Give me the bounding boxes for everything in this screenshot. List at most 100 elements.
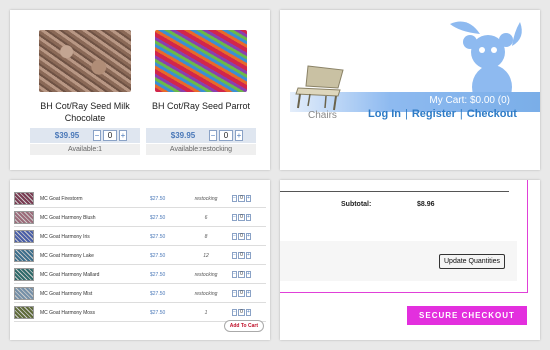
- cart-box: Subtotal: $8.96 Update Quantities: [280, 180, 528, 293]
- quantity-field[interactable]: 0: [238, 233, 245, 240]
- yarn-name[interactable]: MC Goat Firestorm: [40, 196, 150, 202]
- yarn-thumbnail[interactable]: [14, 287, 34, 300]
- table-row: MC Goat Harmony Mist $27.50 restocking −0 +: [14, 285, 266, 303]
- table-row: MC Goat Harmony Iris $27.50 8 −0 +: [14, 228, 266, 246]
- quantity-stepper: −0 +: [232, 271, 251, 278]
- price-row: $39.95 − 0 +: [146, 128, 256, 143]
- quantity-field[interactable]: 0: [238, 195, 245, 202]
- table-row: MC Goat Harmony Mallard $27.50 restocking −…: [14, 266, 266, 284]
- secure-checkout-button[interactable]: SECURE CHECKOUT: [407, 306, 527, 325]
- yarn-price: $27.50: [150, 309, 166, 316]
- yarn-stock: 8: [204, 233, 208, 240]
- category-label[interactable]: Chairs: [308, 110, 337, 121]
- yarn-thumbnail[interactable]: [14, 211, 34, 224]
- minus-button[interactable]: −: [232, 214, 237, 221]
- minus-button[interactable]: −: [232, 290, 237, 297]
- yarn-price: $27.50: [150, 195, 166, 202]
- minus-button[interactable]: −: [93, 130, 101, 141]
- yarn-stock: 1: [204, 309, 208, 316]
- register-link[interactable]: Register: [412, 108, 456, 120]
- quantity-stepper: −0 +: [232, 290, 251, 297]
- quantity-field[interactable]: 0: [238, 290, 245, 297]
- plus-button[interactable]: +: [246, 195, 251, 202]
- quantity-stepper: −0 +: [232, 214, 251, 221]
- yarn-price: $27.50: [150, 290, 166, 297]
- yarn-name[interactable]: MC Goat Harmony Iris: [40, 234, 150, 240]
- cart-summary[interactable]: My Cart: $0.00 (0): [429, 95, 510, 106]
- site-header-panel: My Cart: $0.00 (0) Chairs Log In | Regis…: [280, 10, 540, 170]
- plus-button[interactable]: +: [246, 252, 251, 259]
- yarn-stock: 6: [204, 214, 208, 221]
- yarn-stock: restocking: [194, 195, 218, 202]
- account-links: Log In | Register | Checkout: [368, 108, 517, 120]
- product-image[interactable]: [39, 30, 131, 92]
- subtotal-label: Subtotal:: [341, 201, 372, 208]
- update-quantities-button[interactable]: Update Quantities: [439, 254, 506, 269]
- quantity-field[interactable]: 0: [219, 130, 233, 141]
- yarn-name[interactable]: MC Goat Harmony Blush: [40, 215, 150, 221]
- plus-button[interactable]: +: [235, 130, 243, 141]
- table-row: MC Goat Harmony Blush $27.50 6 −0 +: [14, 209, 266, 227]
- link-separator: |: [459, 108, 463, 120]
- yarn-name[interactable]: MC Goat Harmony Lake: [40, 253, 150, 259]
- product-card[interactable]: BH Cot/Ray Seed Parrot $39.95 − 0 + Avai…: [146, 30, 256, 155]
- subtotal-value: $8.96: [417, 201, 435, 208]
- yarn-price: $27.50: [150, 271, 166, 278]
- minus-button[interactable]: −: [209, 130, 217, 141]
- product-table-panel: MC Goat Firestorm $27.50 restocking −0 + MC G…: [10, 180, 270, 340]
- quantity-field[interactable]: 0: [238, 309, 245, 316]
- product-image[interactable]: [155, 30, 247, 92]
- yarn-price: $27.50: [150, 252, 166, 259]
- plus-button[interactable]: +: [246, 271, 251, 278]
- yarn-price: $27.50: [150, 233, 166, 240]
- product-card[interactable]: BH Cot/Ray Seed Milk Chocolate $39.95 − …: [30, 30, 140, 155]
- table-row: MC Goat Firestorm $27.50 restocking −0 +: [14, 190, 266, 208]
- yarn-name[interactable]: MC Goat Harmony Moss: [40, 310, 150, 316]
- quantity-field[interactable]: 0: [103, 130, 117, 141]
- quantity-stepper: −0 +: [232, 252, 251, 259]
- yarn-stock: restocking: [194, 290, 218, 297]
- yarn-name[interactable]: MC Goat Harmony Mist: [40, 291, 150, 297]
- yarn-thumbnail[interactable]: [14, 249, 34, 262]
- availability-text: Available:restocking: [146, 144, 256, 155]
- minus-button[interactable]: −: [232, 271, 237, 278]
- minus-button[interactable]: −: [232, 195, 237, 202]
- add-to-cart-button[interactable]: Add To Cart: [223, 320, 264, 332]
- yarn-price: $27.50: [150, 214, 166, 221]
- link-separator: |: [405, 108, 408, 120]
- product-grid-panel: BH Cot/Ray Seed Milk Chocolate $39.95 − …: [10, 10, 270, 170]
- minus-button[interactable]: −: [232, 252, 237, 259]
- quantity-field[interactable]: 0: [238, 252, 245, 259]
- table-row: MC Goat Harmony Lake $27.50 12 −0 +: [14, 247, 266, 265]
- quantity-stepper: −0 +: [232, 195, 251, 202]
- yarn-stock: 12: [203, 252, 209, 259]
- quantity-stepper: −0 +: [232, 309, 251, 316]
- divider: [280, 191, 509, 192]
- yarn-thumbnail[interactable]: [14, 192, 34, 205]
- quantity-field[interactable]: 0: [238, 214, 245, 221]
- yarn-name[interactable]: MC Goat Harmony Mallard: [40, 272, 150, 278]
- login-link[interactable]: Log In: [368, 108, 401, 120]
- quantity-field[interactable]: 0: [238, 271, 245, 278]
- product-name[interactable]: BH Cot/Ray Seed Milk Chocolate: [30, 100, 140, 124]
- price-row: $39.95 − 0 +: [30, 128, 140, 143]
- cart-summary-panel: Subtotal: $8.96 Update Quantities SECURE…: [280, 180, 540, 340]
- checkout-link[interactable]: Checkout: [467, 108, 517, 120]
- yarn-stock: restocking: [194, 271, 218, 278]
- product-name[interactable]: BH Cot/Ray Seed Parrot: [146, 100, 256, 124]
- plus-button[interactable]: +: [246, 214, 251, 221]
- plus-button[interactable]: +: [119, 130, 127, 141]
- quantity-stepper: −0 +: [232, 233, 251, 240]
- yarn-thumbnail[interactable]: [14, 268, 34, 281]
- plus-button[interactable]: +: [246, 309, 251, 316]
- product-price: $39.95: [170, 131, 196, 140]
- minus-button[interactable]: −: [232, 309, 237, 316]
- plus-button[interactable]: +: [246, 233, 251, 240]
- chair-icon[interactable]: [288, 58, 353, 113]
- plus-button[interactable]: +: [246, 290, 251, 297]
- yarn-thumbnail[interactable]: [14, 306, 34, 319]
- yarn-thumbnail[interactable]: [14, 230, 34, 243]
- minus-button[interactable]: −: [232, 233, 237, 240]
- product-price: $39.95: [54, 131, 80, 140]
- availability-text: Available:1: [30, 144, 140, 155]
